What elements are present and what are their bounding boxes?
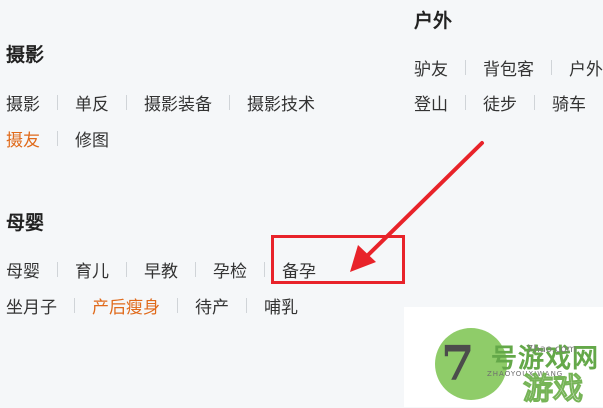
tag-early-education[interactable]: 早教 [144, 257, 178, 282]
divider [177, 298, 178, 313]
divider [57, 95, 58, 110]
divider [195, 262, 196, 277]
divider [229, 95, 230, 110]
tag-cycling[interactable]: 骑车 [552, 90, 586, 115]
tag-awaiting-birth[interactable]: 待产 [195, 293, 229, 318]
divider [126, 95, 127, 110]
watermark-number: 7 [441, 336, 475, 392]
tag-photo-friends[interactable]: 摄友 [6, 126, 40, 151]
divider [57, 131, 58, 146]
watermark-site: 7hao.com [527, 344, 577, 355]
divider [465, 60, 466, 75]
tag-outdoor[interactable]: 户外 [569, 55, 603, 80]
tag-parenting[interactable]: 育儿 [75, 257, 109, 282]
tag-prenatal-check[interactable]: 孕检 [213, 257, 247, 282]
tag-postpartum-slimming[interactable]: 产后瘦身 [92, 293, 160, 318]
outdoor-row-1: 驴友 背包客 户外 [414, 55, 603, 80]
photography-row-2: 摄友 修图 [6, 126, 109, 151]
outdoor-title: 户外 [414, 10, 453, 32]
divider [246, 298, 247, 313]
watermark-logo: 7 号游戏网 7hao.com ZHAOYOUXIWANG 游戏 [435, 326, 603, 408]
annotation-highlight-box [271, 235, 405, 284]
tag-backpacker[interactable]: 背包客 [483, 55, 534, 80]
tag-hiking[interactable]: 徒步 [483, 90, 517, 115]
divider [465, 95, 466, 110]
tag-dslr[interactable]: 单反 [75, 90, 109, 115]
watermark-game: 游戏 [523, 372, 584, 408]
divider [534, 95, 535, 110]
tag-climbing[interactable]: 登山 [414, 90, 448, 115]
divider [264, 262, 265, 277]
maternity-title: 母婴 [6, 212, 45, 234]
photography-title: 摄影 [6, 44, 45, 66]
photography-row-1: 摄影 单反 摄影装备 摄影技术 [6, 90, 315, 115]
tag-photography[interactable]: 摄影 [6, 90, 40, 115]
tag-mother-baby[interactable]: 母婴 [6, 257, 40, 282]
maternity-row-1: 母婴 育儿 早教 孕检 备孕 [6, 257, 316, 282]
divider [126, 262, 127, 277]
divider [551, 60, 552, 75]
outdoor-row-2: 登山 徒步 骑车 [414, 90, 586, 115]
divider [57, 262, 58, 277]
tag-breastfeeding[interactable]: 哺乳 [264, 293, 298, 318]
maternity-row-2: 坐月子 产后瘦身 待产 哺乳 [6, 293, 298, 318]
tag-photo-retouch[interactable]: 修图 [75, 126, 109, 151]
tag-travel-pal[interactable]: 驴友 [414, 55, 448, 80]
divider [74, 298, 75, 313]
tag-photo-technique[interactable]: 摄影技术 [247, 90, 315, 115]
tag-confinement[interactable]: 坐月子 [6, 293, 57, 318]
tag-photo-gear[interactable]: 摄影装备 [144, 90, 212, 115]
